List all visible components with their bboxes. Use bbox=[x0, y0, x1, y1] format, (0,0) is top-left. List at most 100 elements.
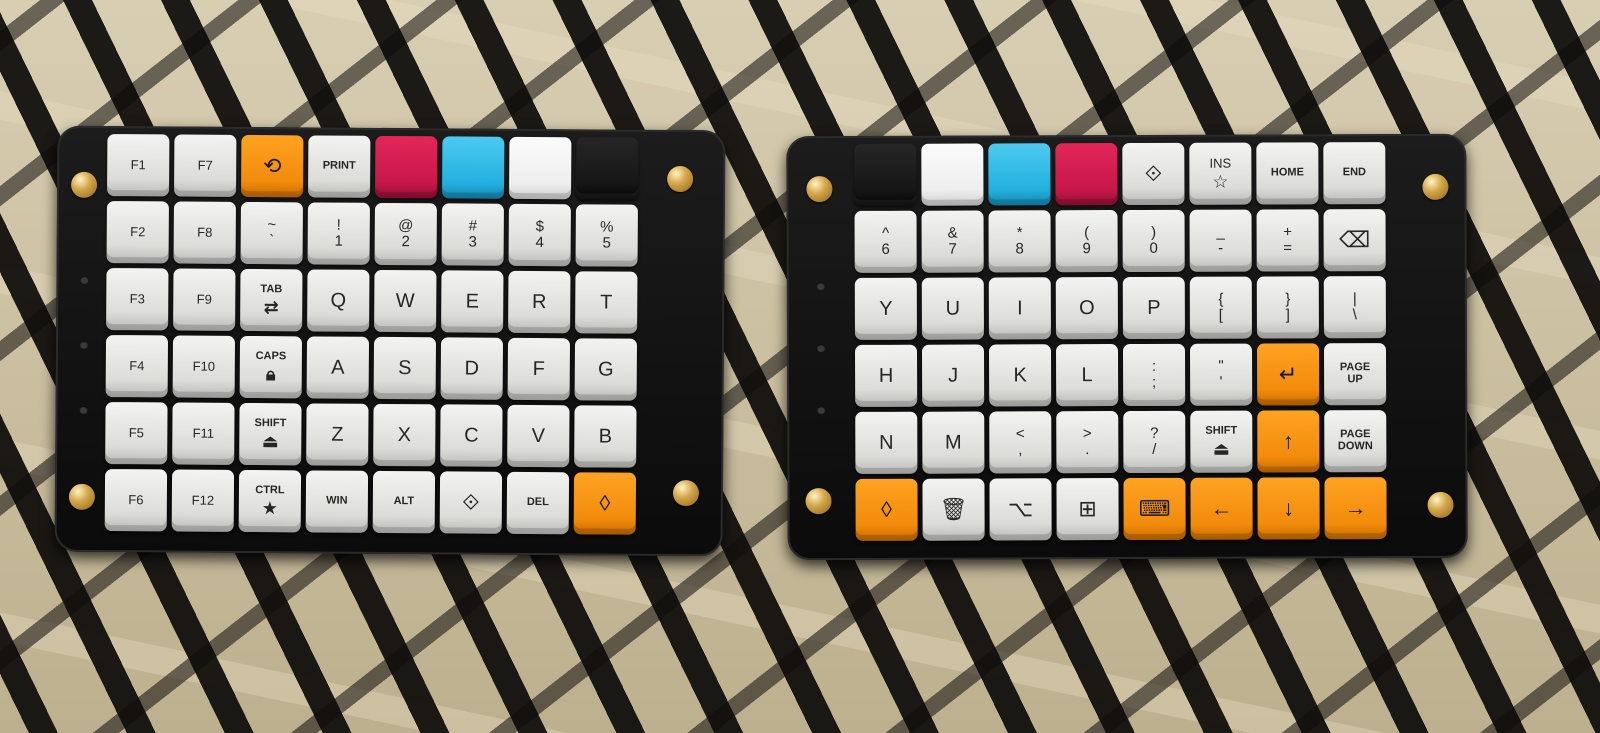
left-key-print[interactable]: PRINT bbox=[308, 135, 371, 198]
left-key-f8[interactable]: F8 bbox=[173, 201, 236, 264]
left-key-f10[interactable]: F10 bbox=[172, 335, 236, 398]
left-key-ctrl[interactable]: CTRL ★ bbox=[238, 469, 302, 533]
right-key-l[interactable]: L bbox=[1055, 344, 1119, 407]
key-legend-icon: ⊞ bbox=[1078, 496, 1097, 522]
left-key-f[interactable]: F bbox=[507, 337, 571, 401]
left-key-f9[interactable]: F9 bbox=[173, 268, 236, 331]
left-key-f2[interactable]: F2 bbox=[106, 201, 169, 264]
right-key-gray-key[interactable]: " ' bbox=[1189, 343, 1253, 406]
right-key-gray-key[interactable]: ) 0 bbox=[1122, 209, 1185, 273]
right-key-orange-key[interactable]: ↑ bbox=[1257, 410, 1320, 473]
right-key-ins[interactable]: INS ☆ bbox=[1189, 142, 1252, 205]
left-key-f12[interactable]: F12 bbox=[171, 469, 235, 532]
right-key-gray-key[interactable]: { [ bbox=[1189, 276, 1252, 339]
left-key-b[interactable]: B bbox=[574, 405, 637, 468]
right-key-gray-key[interactable]: } ] bbox=[1256, 276, 1319, 339]
right-key-gray-key[interactable]: : ; bbox=[1122, 343, 1186, 407]
right-key-end[interactable]: END bbox=[1323, 142, 1386, 205]
right-key-page[interactable]: PAGE UP bbox=[1323, 343, 1387, 406]
right-key-gray-key[interactable]: > . bbox=[1056, 411, 1119, 474]
right-key-orange-key[interactable]: ← bbox=[1190, 477, 1253, 540]
left-key-d[interactable]: D bbox=[440, 337, 504, 400]
left-key-f11[interactable]: F11 bbox=[172, 402, 235, 465]
right-key-o[interactable]: O bbox=[1055, 277, 1118, 340]
left-key-f7[interactable]: F7 bbox=[174, 134, 237, 197]
right-key-shift[interactable]: SHIFT ⏏ bbox=[1190, 410, 1253, 473]
right-key-j[interactable]: J bbox=[921, 344, 985, 407]
left-key-x[interactable]: X bbox=[373, 403, 436, 467]
right-key-gray-key[interactable]: ? / bbox=[1123, 410, 1186, 474]
left-key-q[interactable]: Q bbox=[307, 269, 370, 332]
left-key-v[interactable]: V bbox=[507, 404, 570, 468]
key-legend: M bbox=[944, 431, 962, 454]
left-key-gray-key[interactable]: ~ ` bbox=[240, 201, 303, 265]
right-key-blue-key[interactable] bbox=[988, 143, 1051, 206]
left-key-t[interactable]: T bbox=[575, 271, 638, 334]
right-key-orange-key[interactable]: ⌨ bbox=[1123, 477, 1186, 541]
right-key-gray-key[interactable]: ^ 6 bbox=[854, 210, 917, 273]
left-key-a[interactable]: A bbox=[306, 336, 370, 399]
left-key-red-key[interactable] bbox=[374, 135, 438, 199]
right-key-gray-key[interactable]: 🗑︎ bbox=[922, 478, 985, 541]
right-key-gray-key[interactable]: ⊞ bbox=[1056, 478, 1119, 541]
left-key-tab[interactable]: TAB ⇄ bbox=[240, 268, 303, 332]
right-key-gray-key[interactable]: ( 9 bbox=[1055, 210, 1118, 273]
right-key-gray-key[interactable]: ⌥ bbox=[989, 478, 1052, 541]
left-key-f5[interactable]: F5 bbox=[105, 402, 168, 465]
left-key-f1[interactable]: F1 bbox=[107, 134, 170, 197]
left-key-gray-key[interactable]: # 3 bbox=[441, 203, 504, 266]
left-key-orange-key[interactable]: ⟲ bbox=[241, 134, 304, 198]
left-key-gray-key[interactable]: $ 4 bbox=[508, 203, 571, 267]
right-key-k[interactable]: K bbox=[988, 344, 1052, 407]
left-key-g[interactable]: G bbox=[574, 338, 638, 401]
left-key-gray-key[interactable]: ⟐ bbox=[439, 471, 503, 534]
left-key-alt[interactable]: ALT bbox=[372, 470, 436, 534]
right-key-n[interactable]: N bbox=[855, 411, 918, 474]
right-key-u[interactable]: U bbox=[921, 277, 984, 340]
right-key-red-key[interactable] bbox=[1055, 143, 1118, 206]
right-key-gray-key[interactable]: < , bbox=[989, 411, 1052, 474]
left-key-black-key[interactable] bbox=[575, 137, 639, 200]
left-key-w[interactable]: W bbox=[374, 269, 437, 333]
left-key-shift[interactable]: SHIFT ⏏ bbox=[239, 402, 302, 466]
right-key-h[interactable]: H bbox=[854, 344, 918, 407]
left-key-f4[interactable]: F4 bbox=[105, 335, 169, 398]
left-key-white-key[interactable] bbox=[508, 136, 572, 200]
right-key-gray-key[interactable]: ⌫ bbox=[1323, 209, 1386, 272]
right-key-gray-key[interactable]: ⟐ bbox=[1122, 142, 1185, 206]
left-key-gray-key[interactable]: % 5 bbox=[575, 204, 638, 267]
right-key-orange-key[interactable]: ↓ bbox=[1257, 477, 1320, 540]
right-key-gray-key[interactable]: * 8 bbox=[988, 210, 1051, 273]
left-key-gray-key[interactable]: ! 1 bbox=[307, 202, 370, 265]
right-key-black-key[interactable] bbox=[854, 143, 917, 206]
left-key-gray-key[interactable]: @ 2 bbox=[374, 202, 437, 266]
left-key-orange-key[interactable]: ◊ bbox=[573, 472, 637, 535]
right-key-p[interactable]: P bbox=[1122, 276, 1185, 340]
right-key-orange-key[interactable]: ↵ bbox=[1256, 343, 1320, 406]
left-key-c[interactable]: C bbox=[440, 404, 503, 467]
left-key-f6[interactable]: F6 bbox=[104, 469, 168, 532]
left-key-e[interactable]: E bbox=[441, 270, 504, 333]
left-key-r[interactable]: R bbox=[508, 270, 571, 334]
right-key-orange-key[interactable]: ◊ bbox=[855, 478, 918, 541]
left-key-z[interactable]: Z bbox=[306, 403, 369, 466]
left-key-win[interactable]: WIN bbox=[305, 470, 369, 533]
case-dot bbox=[80, 275, 89, 284]
right-key-page[interactable]: PAGE DOWN bbox=[1324, 410, 1387, 473]
right-key-y[interactable]: Y bbox=[854, 277, 917, 340]
right-key-orange-key[interactable]: → bbox=[1324, 477, 1387, 540]
left-key-s[interactable]: S bbox=[373, 336, 437, 400]
right-key-gray-key[interactable]: | \ bbox=[1323, 276, 1386, 339]
right-key-gray-key[interactable]: & 7 bbox=[921, 210, 984, 273]
right-key-m[interactable]: M bbox=[922, 411, 985, 474]
right-key-gray-key[interactable]: _ - bbox=[1189, 209, 1252, 272]
right-key-gray-key[interactable]: + = bbox=[1256, 209, 1319, 272]
left-key-del[interactable]: DEL bbox=[506, 471, 570, 535]
left-key-caps[interactable]: CAPS 🔒︎ bbox=[239, 335, 303, 399]
right-key-i[interactable]: I bbox=[988, 277, 1051, 340]
key-legend: D bbox=[464, 357, 480, 380]
right-key-white-key[interactable] bbox=[921, 143, 984, 206]
right-key-home[interactable]: HOME bbox=[1256, 142, 1319, 205]
left-key-blue-key[interactable] bbox=[441, 136, 505, 199]
left-key-f3[interactable]: F3 bbox=[106, 268, 169, 331]
